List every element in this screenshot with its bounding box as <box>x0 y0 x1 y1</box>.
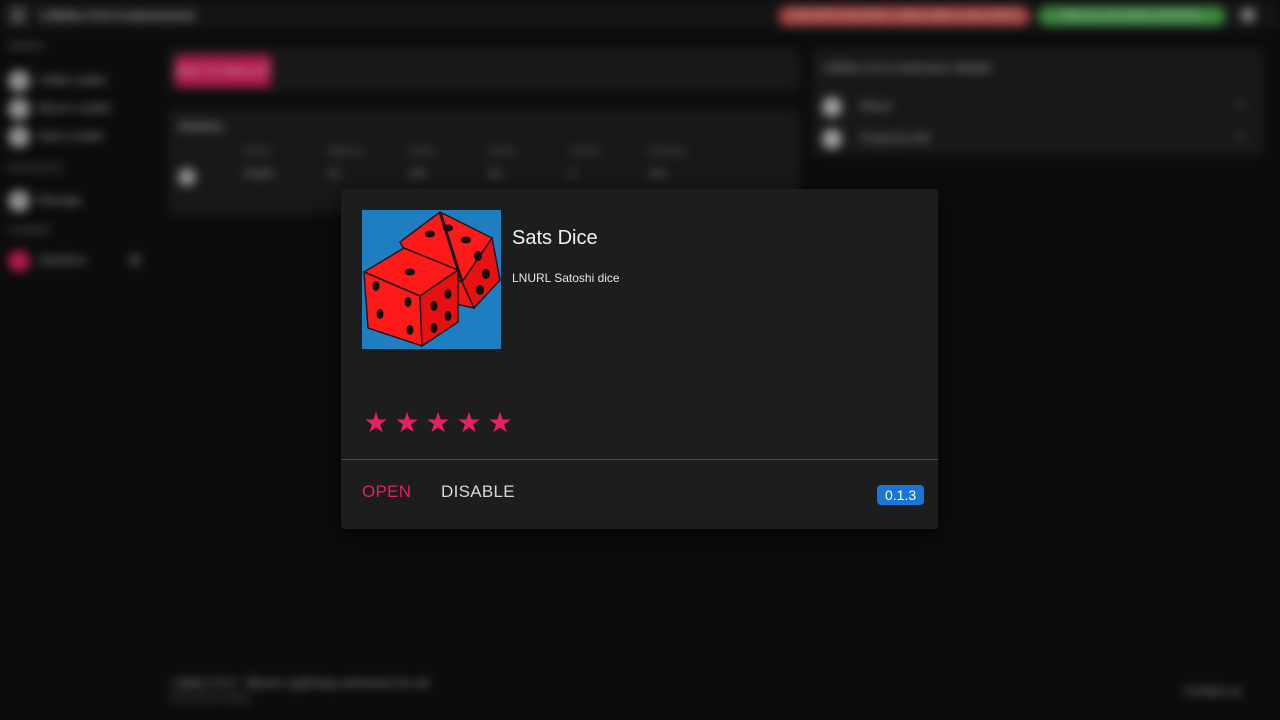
pin-icon[interactable] <box>129 254 141 266</box>
expansion-item-about[interactable]: About ▼ <box>820 92 1256 119</box>
column-header: Pending <box>648 146 685 157</box>
column-header: Linked <box>570 146 600 157</box>
app-title: LNbits 0.9.4 extensions <box>40 7 196 23</box>
add-icon <box>8 126 30 148</box>
table-cell: 0 <box>570 168 577 180</box>
star-icon: ★ <box>456 407 482 438</box>
open-button[interactable]: OPEN <box>362 482 411 502</box>
table-cell: Wallet <box>244 168 275 180</box>
top-bar: LNbits 0.9.4 extensions USE WITH CAUTION… <box>0 0 1280 30</box>
wallet-icon <box>8 70 30 92</box>
star-rating: ★ ★ ★ ★ ★ <box>362 409 517 439</box>
info-icon <box>822 97 842 117</box>
column-header: Balance <box>328 146 365 157</box>
star-icon: ★ <box>394 407 420 438</box>
sidebar-heading-installed: Installed <box>8 224 49 236</box>
extension-name: Sats Dice <box>512 227 598 249</box>
menu-icon[interactable] <box>10 8 26 23</box>
sidebar-item-wallet[interactable]: Moon's wallet <box>8 96 143 120</box>
warning-banner: USE WITH CAUTION - LNbits wallet is stil… <box>778 6 1030 26</box>
star-icon: ★ <box>425 407 451 438</box>
expansion-label: About <box>860 99 892 113</box>
extension-details-card: LNbits 0.9.4 extension details About ▼ F… <box>812 48 1264 156</box>
extension-icon <box>8 250 30 272</box>
table-row[interactable]: Wallet 1k 100 On 0 Yes <box>178 168 788 190</box>
sidebar-item-label: LNbits wallet <box>38 73 107 87</box>
sidebar-item-label: SatsDice <box>38 253 87 267</box>
table-header: Name Balance Status Admin Linked Pending <box>178 146 788 168</box>
sidebar-item-label: Manage <box>38 193 82 207</box>
sidebar-heading-wallets: Wallets <box>8 40 44 52</box>
table-cell: On <box>488 168 503 180</box>
column-header: Name <box>244 146 271 157</box>
footer-text: LNbits 0.9.4 - Bitcoin Lightning extensi… <box>172 676 429 690</box>
star-icon: ★ <box>363 407 389 438</box>
sidebar-item-manage[interactable]: Manage <box>8 188 143 212</box>
footer-link[interactable]: Contact us <box>1184 684 1241 698</box>
table-cell: 1k <box>328 168 340 180</box>
chevron-down-icon: ▼ <box>1236 133 1246 144</box>
version-badge: 0.1.3 <box>877 485 925 505</box>
wallets-card-title: Wallets <box>178 118 224 134</box>
theme-toggle-icon[interactable] <box>1240 7 1256 23</box>
dice-icon <box>362 210 501 349</box>
chevron-down-icon: ▼ <box>1236 101 1246 112</box>
expansion-item-featured[interactable]: Featured info ▼ <box>820 124 1256 151</box>
star-icon: ★ <box>487 407 513 438</box>
column-header: Admin <box>488 146 517 157</box>
sidebar-item-add-wallet[interactable]: Add a wallet <box>8 124 143 148</box>
details-card-title: LNbits 0.9.4 extension details <box>822 60 992 75</box>
info-banner: Add your own admin extensions <box>1038 6 1226 26</box>
footer-subtext: Extensions listing <box>172 693 250 704</box>
extension-description: LNURL Satoshi dice <box>512 271 620 285</box>
sidebar-item-satsdice[interactable]: SatsDice <box>8 248 143 272</box>
sidebar-item-wallet[interactable]: LNbits wallet <box>8 68 143 92</box>
disable-button[interactable]: DISABLE <box>441 482 515 502</box>
sidebar-heading-extensions: Extensions <box>8 162 62 174</box>
sidebar-item-label: Add a wallet <box>38 129 104 143</box>
table-cell: Yes <box>648 168 666 180</box>
add-to-wallet-button[interactable]: ADD TO WALLET <box>175 55 271 87</box>
sidebar-item-label: Moon's wallet <box>38 101 111 115</box>
sidebar: Wallets LNbits wallet Moon's wallet Add … <box>0 30 150 720</box>
column-header: Status <box>408 146 437 157</box>
divider <box>341 459 938 460</box>
extension-dialog: Sats Dice LNURL Satoshi dice ★ ★ ★ ★ ★ OPEN … <box>341 189 938 529</box>
wallet-icon <box>8 98 30 120</box>
star-icon <box>822 129 842 149</box>
wallet-icon <box>178 168 196 186</box>
extensions-icon <box>8 190 30 212</box>
table-cell: 100 <box>408 168 427 180</box>
expansion-label: Featured info <box>860 131 931 145</box>
